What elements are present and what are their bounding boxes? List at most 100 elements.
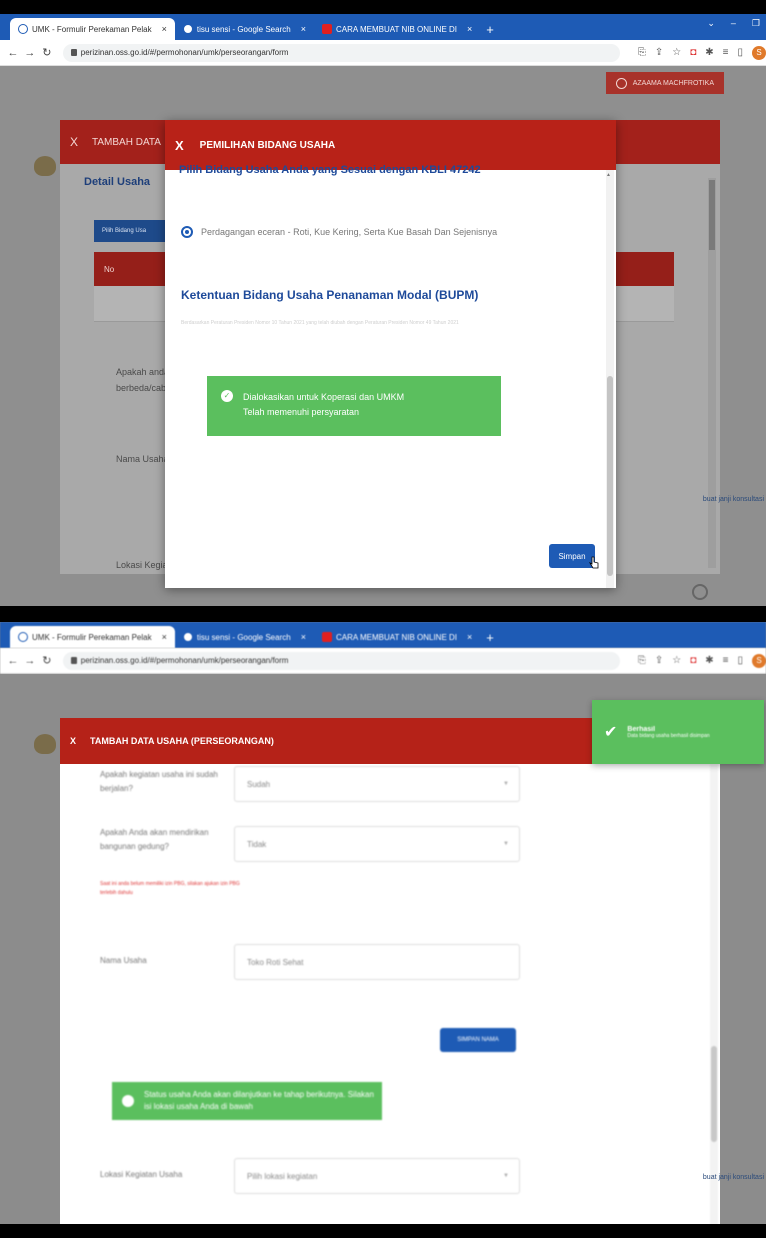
question-running-label: Apakah kegiatan usaha ini sudah berjalan… (100, 770, 218, 793)
tambah-data-usaha-modal: X TAMBAH DATA USAHA (PERSEORANGAN) Apaka… (60, 718, 720, 1224)
puzzle-icon[interactable]: ✱ (705, 47, 713, 58)
extension-icons: ⎘ ⇪ ☆ ◘ ✱ ≡ ▯ S (638, 45, 766, 60)
sidepanel-icon[interactable]: ▯ (737, 47, 743, 58)
scrollbar-thumb[interactable] (711, 1046, 717, 1142)
scrollbar-thumb[interactable] (607, 376, 613, 576)
extension-icon[interactable]: ◘ (690, 47, 696, 58)
close-icon[interactable]: × (162, 632, 167, 642)
save-name-button[interactable]: SIMPAN NAMA (440, 1028, 516, 1052)
star-icon[interactable]: ☆ (672, 47, 681, 58)
help-circle-icon[interactable] (692, 584, 708, 600)
bupm-title: Ketentuan Bidang Usaha Penanaman Modal (… (181, 288, 479, 302)
screenshot-bottom: UMK - Formulir Perekaman Pelak × tisu se… (0, 622, 766, 1224)
consultation-link[interactable]: buat janji konsultasi (703, 496, 764, 504)
browser-tab-umk[interactable]: UMK - Formulir Perekaman Pelak × (10, 626, 175, 648)
lock-icon (70, 49, 77, 56)
minimize-icon[interactable]: – (731, 18, 736, 29)
building-select[interactable]: Tidak ▼ (234, 826, 520, 862)
chevron-down-icon: ▼ (503, 781, 509, 787)
pick-business-button[interactable]: Pilih Bidang Usa (94, 220, 174, 242)
close-button[interactable]: X (70, 135, 78, 149)
consultation-link[interactable]: buat janji konsultasi (703, 1174, 764, 1182)
user-menu[interactable]: AZAAMA MACHFROTIKA (605, 72, 724, 94)
bupm-note: Berdasarkan Peraturan Presiden Nomor 10 … (181, 320, 459, 326)
close-icon[interactable]: × (301, 24, 306, 34)
radio-selected-icon[interactable] (181, 226, 193, 238)
pemilihan-bidang-usaha-modal: X PEMILIHAN BIDANG USAHA Pilih Bidang Us… (165, 120, 616, 588)
kbli-heading: Pilih Bidang Usaha Anda yang Sesuai deng… (179, 164, 481, 176)
translate-icon[interactable]: ⎘ (638, 47, 646, 58)
address-bar[interactable]: perizinan.oss.go.id/#/permohonan/umk/per… (62, 651, 620, 670)
chevron-down-icon[interactable]: ⌄ (707, 18, 715, 29)
scrollbar[interactable]: ▲ (606, 170, 614, 588)
star-icon[interactable]: ☆ (672, 655, 681, 666)
close-icon[interactable]: × (467, 24, 472, 34)
close-icon[interactable]: × (162, 24, 167, 34)
forward-arrow-icon[interactable]: → (23, 47, 37, 59)
scrollbar-thumb[interactable] (709, 180, 715, 250)
user-name: AZAAMA MACHFROTIKA (632, 79, 714, 87)
playlist-icon[interactable]: ≡ (723, 655, 729, 666)
toast-title: Berhasil (627, 725, 656, 733)
close-button[interactable]: X (175, 138, 184, 153)
scrollbar[interactable] (708, 178, 716, 568)
forward-arrow-icon[interactable]: → (23, 655, 37, 667)
close-button[interactable]: X (70, 736, 76, 746)
close-icon[interactable]: × (301, 632, 306, 642)
business-name-label: Nama Usaha (116, 454, 169, 464)
reload-icon[interactable]: ↻ (40, 46, 54, 59)
playlist-icon[interactable]: ≡ (723, 47, 729, 58)
check-icon: ✔ (604, 724, 618, 741)
business-option[interactable]: Perdagangan eceran - Roti, Kue Kering, S… (181, 226, 497, 238)
youtube-icon (321, 24, 332, 34)
puzzle-icon[interactable]: ✱ (705, 655, 713, 666)
profile-avatar[interactable]: S (751, 653, 766, 668)
toast-message: Data bidang usaha berhasil disimpan (627, 732, 710, 739)
new-tab-button[interactable]: + (486, 22, 494, 40)
input-value: Toko Roti Sehat (247, 957, 304, 967)
browser-tab-youtube[interactable]: CARA MEMBUAT NIB ONLINE DI × (314, 18, 480, 40)
new-tab-button[interactable]: + (486, 630, 494, 648)
running-select[interactable]: Sudah ▼ (234, 766, 520, 802)
section-title: Detail Usaha (84, 176, 151, 188)
browser-tab-google[interactable]: tisu sensi - Google Search × (175, 626, 314, 648)
extension-icons: ⎘ ⇪ ☆ ◘ ✱ ≡ ▯ S (638, 653, 766, 668)
share-icon[interactable]: ⇪ (655, 655, 663, 666)
alert-line: Dialokasikan untuk Koperasi dan UMKM (243, 392, 405, 402)
address-bar[interactable]: perizinan.oss.go.id/#/permohonan/umk/per… (62, 43, 620, 62)
hand-cursor-icon (589, 556, 599, 569)
youtube-icon (321, 632, 332, 642)
browser-tab-youtube[interactable]: CARA MEMBUAT NIB ONLINE DI × (314, 626, 480, 648)
reload-icon[interactable]: ↻ (40, 654, 54, 667)
window-controls: ⌄ – ❐ (707, 18, 760, 29)
share-icon[interactable]: ⇪ (655, 47, 663, 58)
screenshot-top: UMK - Formulir Perekaman Pelak × tisu se… (0, 14, 766, 606)
select-placeholder: Pilih lokasi kegiatan (247, 1171, 318, 1181)
back-arrow-icon[interactable]: ← (6, 655, 20, 667)
modal-body: Pilih Bidang Usaha Anda yang Sesuai deng… (165, 164, 616, 588)
garuda-logo (34, 156, 56, 176)
browser-tab-google[interactable]: tisu sensi - Google Search × (175, 18, 314, 40)
location-label: Lokasi Kegia (116, 560, 168, 570)
column-header-no: No (104, 264, 115, 274)
location-select[interactable]: Pilih lokasi kegiatan ▼ (234, 1158, 520, 1194)
building-hint: Saat ini anda belum memiliki izin PBG, s… (100, 881, 240, 896)
maximize-icon[interactable]: ❐ (752, 18, 760, 29)
page-area: AZAAMA MACHFROTIKA X TAMBAH DATA Detail … (0, 66, 766, 606)
browser-tab-umk[interactable]: UMK - Formulir Perekaman Pelak × (10, 18, 175, 40)
back-arrow-icon[interactable]: ← (6, 47, 20, 59)
garuda-logo (34, 734, 56, 754)
browser-toolbar: ← → ↻ perizinan.oss.go.id/#/permohonan/u… (0, 40, 766, 66)
extension-icon[interactable]: ◘ (690, 655, 696, 666)
question-building-label: Apakah Anda akan mendirikan bangunan ged… (100, 828, 209, 851)
sidepanel-icon[interactable]: ▯ (737, 655, 743, 666)
profile-avatar[interactable]: S (751, 45, 766, 60)
globe-icon (18, 24, 28, 34)
translate-icon[interactable]: ⎘ (638, 655, 646, 666)
close-icon[interactable]: × (467, 632, 472, 642)
business-name-input[interactable]: Toko Roti Sehat (234, 944, 520, 980)
scroll-up-icon[interactable]: ▲ (606, 172, 611, 178)
success-alert: ✓ Dialokasikan untuk Koperasi dan UMKM T… (207, 376, 501, 436)
scrollbar[interactable] (710, 764, 718, 1224)
lock-icon (70, 657, 77, 664)
